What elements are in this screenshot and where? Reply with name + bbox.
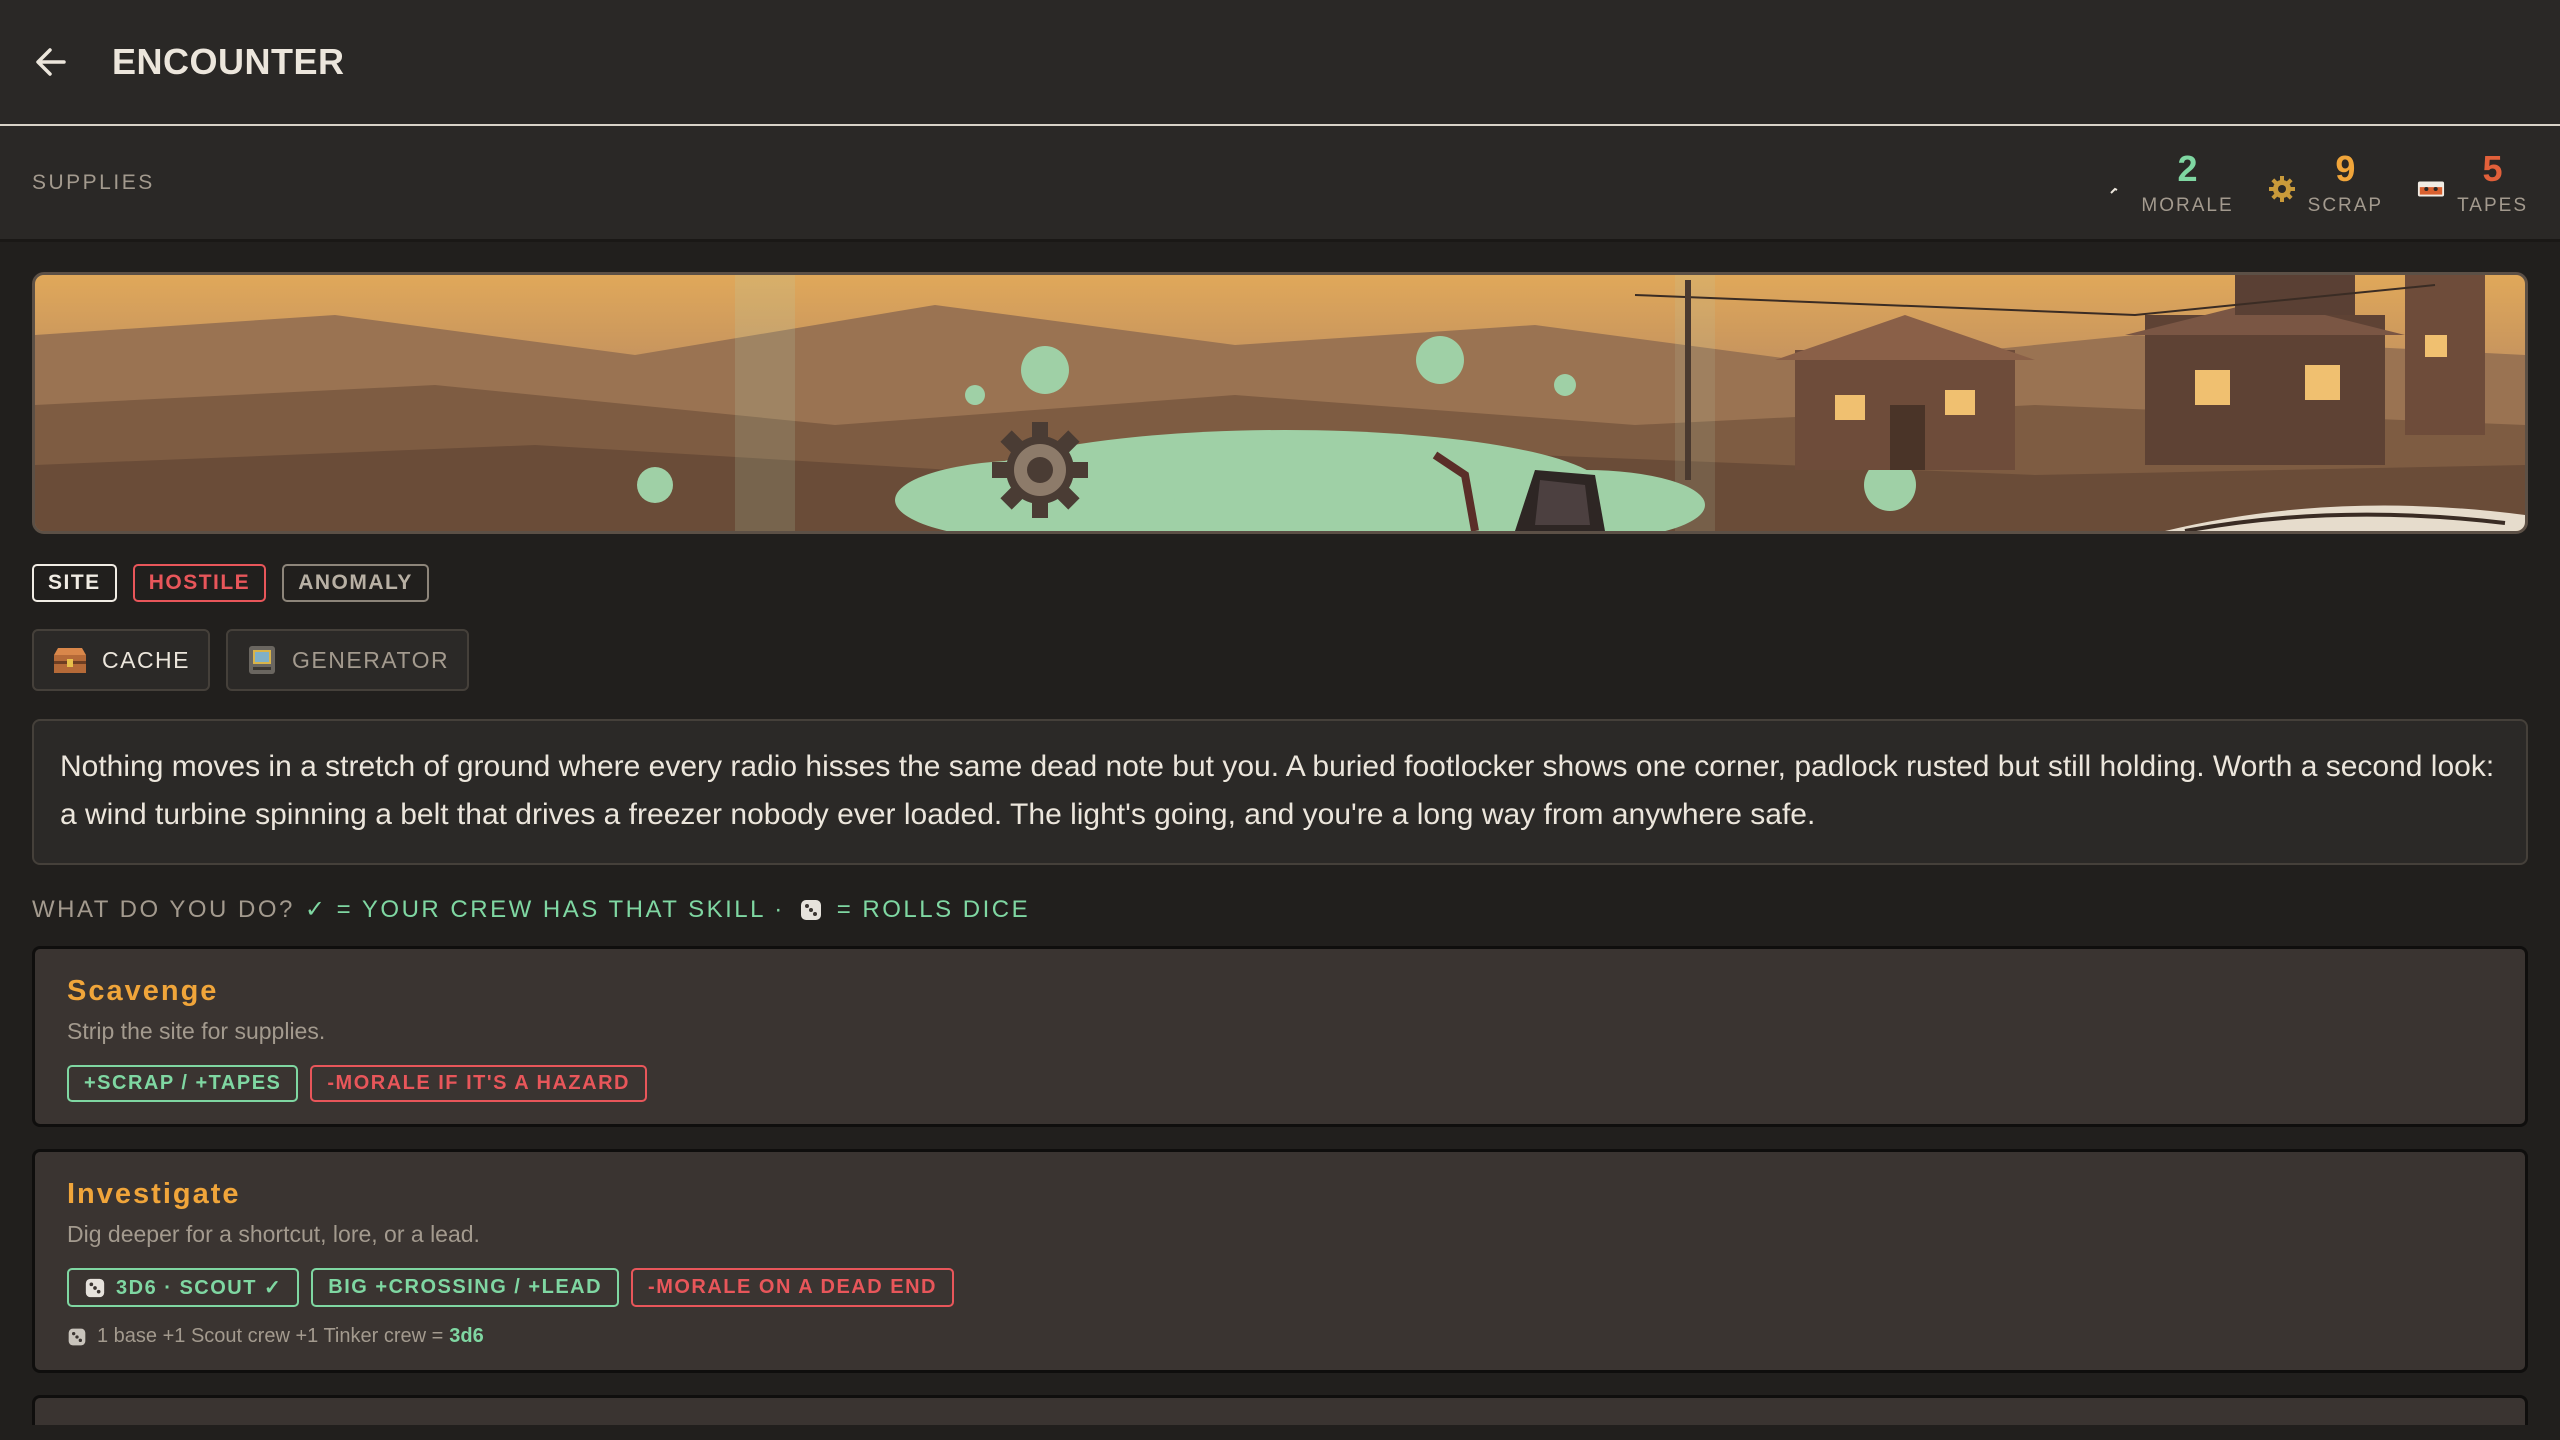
- encounter-content: SITE HOSTILE ANOMALY CACHE GENERATOR Not…: [0, 272, 2560, 1425]
- supplies-bar: SUPPLIES 2 MORALE 9 SCRAP 5 TAPES: [0, 126, 2560, 242]
- points-of-interest: CACHE GENERATOR: [32, 629, 2528, 691]
- stat-morale: 2 MORALE: [2101, 147, 2234, 217]
- choice-scavenge[interactable]: Scavenge Strip the site for supplies. +S…: [32, 946, 2528, 1127]
- poi-generator-label: GENERATOR: [292, 646, 450, 673]
- footlocker-icon: [54, 648, 86, 673]
- choice-prompt: WHAT DO YOU DO? ✓ = YOUR CREW HAS THAT S…: [32, 895, 2528, 924]
- choice-description: Strip the site for supplies.: [67, 1018, 326, 1044]
- choice-title: Scavenge: [67, 975, 219, 1007]
- outcome-chip: -MORALE ON A DEAD END: [631, 1268, 954, 1307]
- scrap-value: 9: [2335, 147, 2356, 189]
- dice-roll-chip: 3D6 · SCOUT ✓: [67, 1268, 300, 1307]
- scrap-label: SCRAP: [2307, 194, 2384, 216]
- tag-anomaly: ANOMALY: [282, 564, 429, 602]
- outcome-chip: -MORALE IF IT'S A HAZARD: [310, 1065, 647, 1102]
- choice-outcomes: 3D6 · SCOUT ✓ BIG +CROSSING / +LEAD -MOR…: [67, 1268, 2493, 1307]
- choice-description: Dig deeper for a shortcut, lore, or a le…: [67, 1221, 480, 1247]
- prompt-question: WHAT DO YOU DO?: [32, 895, 295, 923]
- tapes-label: TAPES: [2457, 194, 2528, 216]
- morale-value: 2: [2177, 147, 2198, 189]
- back-button[interactable]: [33, 44, 69, 80]
- prompt-dice-legend: = ROLLS DICE: [836, 895, 1031, 923]
- choice-outcomes: +SCRAP / +TAPES -MORALE IF IT'S A HAZARD: [67, 1065, 2493, 1102]
- tapes-value: 5: [2482, 147, 2503, 189]
- page-title: ENCOUNTER: [112, 41, 345, 82]
- dice-icon: [84, 1277, 106, 1299]
- supply-stats: 2 MORALE 9 SCRAP 5 TAPES: [2067, 147, 2528, 217]
- dice-icon: [799, 898, 823, 922]
- tag-site: SITE: [32, 564, 117, 602]
- encounter-tags: SITE HOSTILE ANOMALY: [32, 564, 2528, 602]
- dice-formula: 1 base +1 Scout crew +1 Tinker crew = 3d…: [67, 1325, 2493, 1348]
- generator-icon: [249, 646, 276, 674]
- poi-cache-label: CACHE: [102, 646, 191, 673]
- morale-icon: [2101, 175, 2129, 203]
- dice-roll-label: 3D6 · SCOUT ✓: [116, 1277, 283, 1299]
- stat-scrap: 9 SCRAP: [2268, 147, 2384, 217]
- gear-icon: [2268, 175, 2296, 203]
- poi-generator-button[interactable]: GENERATOR: [226, 629, 470, 691]
- choice-next-partial[interactable]: [32, 1395, 2528, 1425]
- arrow-left-icon: [36, 48, 66, 76]
- formula-text: 1 base +1 Scout crew +1 Tinker crew =: [97, 1325, 444, 1347]
- poi-cache-button[interactable]: CACHE: [32, 629, 211, 691]
- formula-result: 3d6: [449, 1325, 484, 1347]
- choice-investigate[interactable]: Investigate Dig deeper for a shortcut, l…: [32, 1149, 2528, 1373]
- tag-hostile: HOSTILE: [132, 564, 267, 602]
- dice-icon: [67, 1327, 87, 1347]
- encounter-banner-image: [32, 272, 2528, 534]
- cassette-tape-icon: [2417, 175, 2445, 203]
- morale-label: MORALE: [2141, 194, 2234, 216]
- outcome-chip: BIG +CROSSING / +LEAD: [311, 1268, 620, 1307]
- prompt-skill-legend: ✓ = YOUR CREW HAS THAT SKILL ·: [304, 896, 785, 923]
- outcome-chip: +SCRAP / +TAPES: [67, 1065, 299, 1102]
- encounter-description: Nothing moves in a stretch of ground whe…: [32, 719, 2528, 865]
- stat-tapes: 5 TAPES: [2417, 147, 2528, 217]
- choice-title: Investigate: [67, 1178, 241, 1210]
- top-bar: ENCOUNTER: [0, 0, 2560, 126]
- supplies-label: SUPPLIES: [32, 170, 155, 194]
